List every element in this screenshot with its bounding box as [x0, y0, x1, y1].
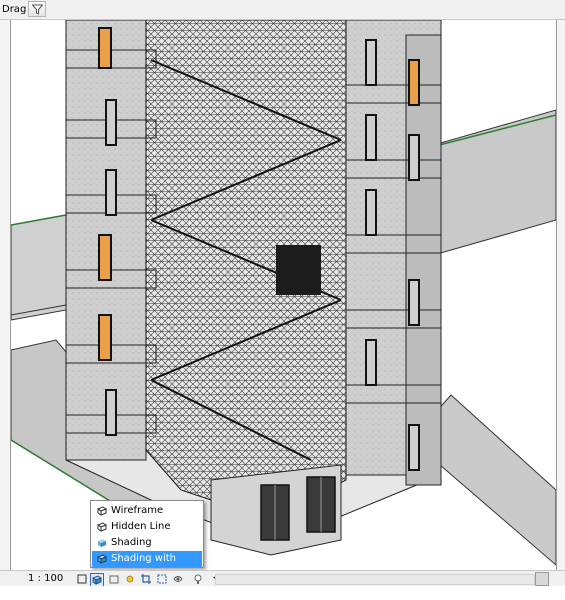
menu-item-label: Hidden Line [111, 521, 171, 532]
view-control-bar: 1 : 100 ◂ [0, 570, 565, 587]
ground-slab-left [11, 214, 67, 321]
hidden-line-icon [96, 522, 108, 532]
sun-path-icon[interactable] [108, 573, 120, 585]
bottom-margin [0, 586, 565, 600]
menu-item-wireframe[interactable]: Wireframe [92, 503, 202, 519]
filter-icon [32, 4, 43, 15]
visual-style-menu: Wireframe Hidden Line Shading Shading wi… [90, 500, 204, 580]
top-toolbar: Drag [0, 0, 565, 20]
wireframe-icon [96, 506, 108, 516]
right-edge [557, 20, 565, 570]
shading-with-edges-icon [96, 554, 108, 564]
stair-tower-model [11, 20, 556, 566]
left-edge [0, 20, 10, 570]
scrollbar-thumb[interactable] [535, 572, 549, 586]
view-scale[interactable]: 1 : 100 [28, 573, 63, 584]
temporary-hide-icon[interactable] [172, 573, 184, 585]
menu-item-label: Shading [111, 537, 152, 548]
menu-item-label: Wireframe [111, 505, 164, 516]
lightbulb-icon[interactable] [192, 573, 204, 585]
shadows-icon[interactable] [124, 573, 136, 585]
visual-style-icon[interactable] [90, 573, 104, 587]
show-crop-region-icon[interactable] [156, 573, 168, 585]
crop-view-icon[interactable] [140, 573, 152, 585]
detail-level-icon[interactable] [76, 573, 88, 585]
menu-item-hidden-line[interactable]: Hidden Line [92, 519, 202, 535]
menu-item-shading[interactable]: Shading [92, 535, 202, 551]
horizontal-scrollbar[interactable] [215, 574, 535, 585]
tower-core [65, 20, 442, 546]
base-entrance [210, 464, 342, 556]
3d-model-viewport[interactable] [10, 20, 557, 570]
menu-item-shading-with-edges[interactable]: Shading with Edges [92, 551, 202, 580]
shading-icon [98, 539, 106, 547]
filter-button[interactable] [28, 1, 46, 17]
drag-label: Drag [2, 4, 27, 15]
